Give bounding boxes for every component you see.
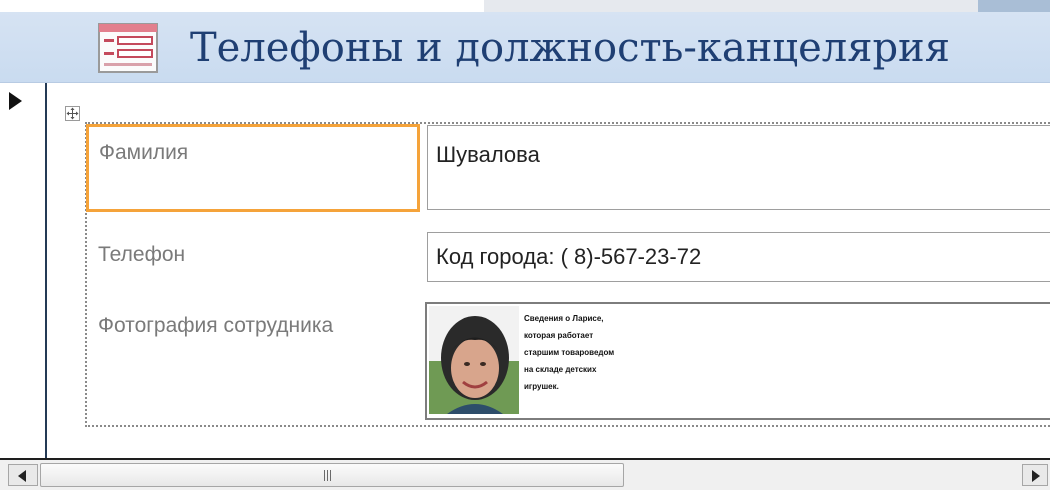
scroll-right-button[interactable]	[1022, 464, 1048, 486]
scroll-thumb[interactable]	[40, 463, 624, 487]
horizontal-scrollbar[interactable]	[0, 460, 1050, 490]
photo-label: Фотография сотрудника	[98, 314, 334, 337]
top-strip	[0, 0, 1050, 12]
move-icon	[66, 107, 79, 120]
layout-move-handle[interactable]	[65, 106, 80, 121]
photo-caption-line: старшим товароведом	[524, 348, 615, 357]
photo-caption: Сведения о Ларисе, которая работает стар…	[524, 310, 694, 395]
current-record-arrow-icon	[9, 92, 22, 110]
photo-caption-line: игрушек.	[524, 382, 559, 391]
photo-caption-line: Сведения о Ларисе,	[524, 314, 604, 323]
scroll-grip-icon	[323, 470, 333, 481]
surname-label-selected[interactable]: Фамилия	[86, 124, 420, 212]
form-header: Телефоны и должность-канцелярия	[0, 12, 1050, 83]
form-icon	[98, 23, 158, 73]
record-selector[interactable]	[0, 83, 47, 459]
scroll-left-button[interactable]	[8, 464, 38, 486]
surname-field[interactable]: Шувалова	[427, 125, 1050, 210]
phone-label: Телефон	[98, 243, 186, 266]
photo-caption-line: на складе детских	[524, 365, 597, 374]
phone-field[interactable]: Код города: ( 8)-567-23-72	[427, 232, 1050, 282]
top-strip-accent	[978, 0, 1050, 12]
employee-photo	[429, 306, 519, 414]
top-strip-gray	[484, 0, 1050, 12]
form-title: Телефоны и должность-канцелярия	[190, 25, 950, 71]
surname-label: Фамилия	[99, 141, 189, 164]
photo-caption-line: которая работает	[524, 331, 594, 340]
employee-photo-field[interactable]: Сведения о Ларисе, которая работает стар…	[425, 302, 1050, 420]
